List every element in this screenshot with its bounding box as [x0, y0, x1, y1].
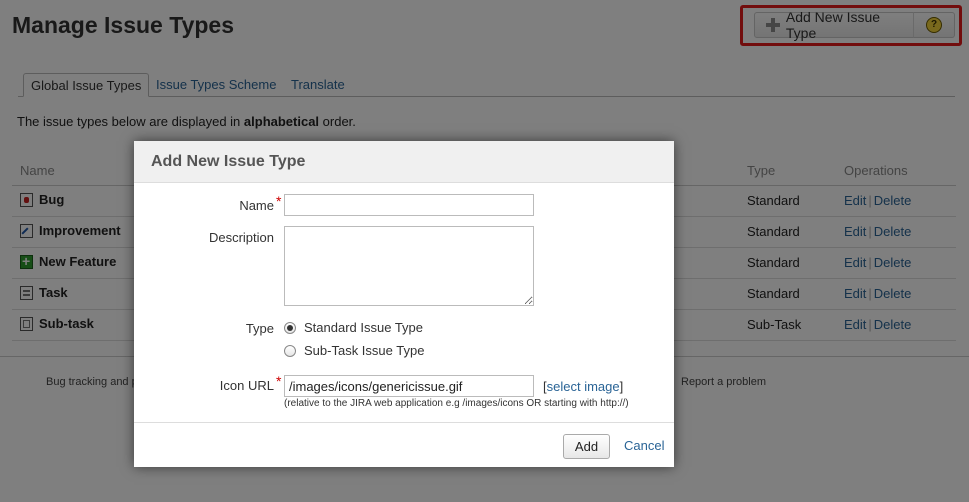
dialog-header: Add New Issue Type	[134, 141, 674, 183]
type-option-standard[interactable]: Standard Issue Type	[284, 320, 423, 335]
required-marker: *	[276, 373, 282, 389]
name-field[interactable]	[284, 194, 534, 216]
name-label: Name	[239, 198, 274, 213]
description-field[interactable]	[284, 226, 534, 306]
icon-url-field[interactable]	[284, 375, 534, 397]
add-button[interactable]: Add	[563, 434, 610, 459]
cancel-link[interactable]: Cancel	[624, 438, 664, 453]
dialog-footer: Add Cancel	[134, 422, 674, 467]
icon-url-hint: (relative to the JIRA web application e.…	[284, 398, 629, 409]
select-image-link[interactable]: select image	[547, 379, 620, 394]
type-option-subtask-label: Sub-Task Issue Type	[304, 343, 425, 358]
type-option-standard-label: Standard Issue Type	[304, 320, 424, 335]
radio-standard[interactable]	[284, 321, 296, 334]
icon-url-label: Icon URL	[219, 378, 274, 393]
dialog-title: Add New Issue Type	[151, 153, 306, 170]
description-label: Description	[208, 230, 274, 245]
select-image: [select image]	[543, 379, 623, 394]
type-option-subtask[interactable]: Sub-Task Issue Type	[284, 343, 424, 358]
bracket-close: ]	[619, 379, 624, 394]
required-marker: *	[276, 193, 282, 209]
radio-subtask[interactable]	[284, 344, 296, 357]
type-label: Type	[245, 321, 274, 336]
add-issue-type-dialog: Add New Issue Type Name * Description Ty…	[134, 141, 674, 467]
